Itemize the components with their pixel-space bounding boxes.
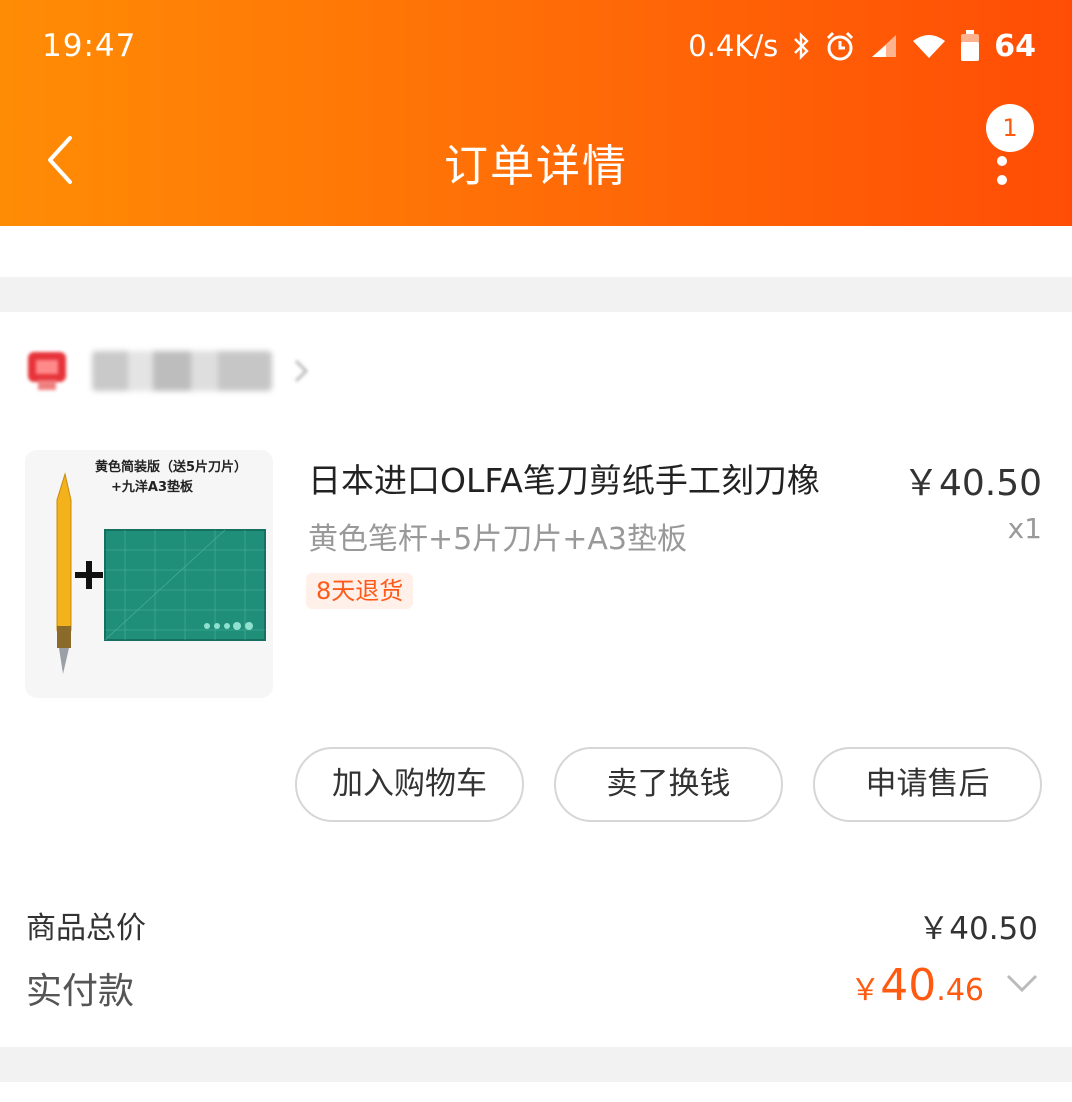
shop-row[interactable] bbox=[24, 346, 310, 396]
add-to-cart-button[interactable]: 加入购物车 bbox=[295, 747, 524, 822]
goods-total-value: ￥40.50 bbox=[918, 911, 1038, 947]
status-icons: 0.4K/s 64 bbox=[688, 26, 1036, 66]
product-illustration bbox=[56, 472, 266, 674]
status-time: 19:47 bbox=[42, 28, 137, 64]
bluetooth-icon bbox=[792, 31, 810, 61]
resell-button[interactable]: 卖了换钱 bbox=[554, 747, 783, 822]
notification-badge: 1 bbox=[986, 104, 1034, 152]
chevron-down-icon bbox=[1006, 974, 1038, 993]
product-image[interactable]: 黄色简装版（送5片刀片） +九洋A3垫板 bbox=[25, 450, 273, 698]
network-speed: 0.4K/s bbox=[688, 29, 779, 63]
product-spec: 黄色笔杆+5片刀片+A3垫板 bbox=[308, 522, 687, 557]
shop-name bbox=[92, 351, 272, 391]
more-button[interactable]: 1 bbox=[974, 100, 1034, 190]
paid-amount-label: 实付款 bbox=[26, 971, 135, 1012]
wifi-icon bbox=[912, 33, 946, 59]
after-sales-button[interactable]: 申请售后 bbox=[813, 747, 1042, 822]
product-price: ￥40.50 bbox=[902, 463, 1042, 504]
chevron-right-icon bbox=[292, 357, 310, 385]
signal-icon bbox=[870, 33, 898, 59]
battery-level: 64 bbox=[994, 28, 1036, 64]
section-divider bbox=[0, 1047, 1072, 1082]
section-divider bbox=[0, 277, 1072, 312]
shop-logo-icon bbox=[24, 350, 70, 392]
goods-total-label: 商品总价 bbox=[26, 911, 146, 946]
battery-icon bbox=[960, 30, 980, 62]
return-policy-badge: 8天退货 bbox=[306, 573, 414, 609]
alarm-icon bbox=[824, 30, 856, 62]
product-title[interactable]: 日本进口OLFA笔刀剪纸手工刻刀橡 bbox=[308, 454, 820, 502]
paid-amount-value: ￥40.46 bbox=[850, 960, 984, 1011]
expand-payment-button[interactable] bbox=[1004, 972, 1040, 996]
product-quantity: x1 bbox=[1007, 512, 1042, 545]
page-title: 订单详情 bbox=[444, 141, 628, 192]
app-header: 19:47 0.4K/s 64 订单详情 1 bbox=[0, 0, 1072, 226]
